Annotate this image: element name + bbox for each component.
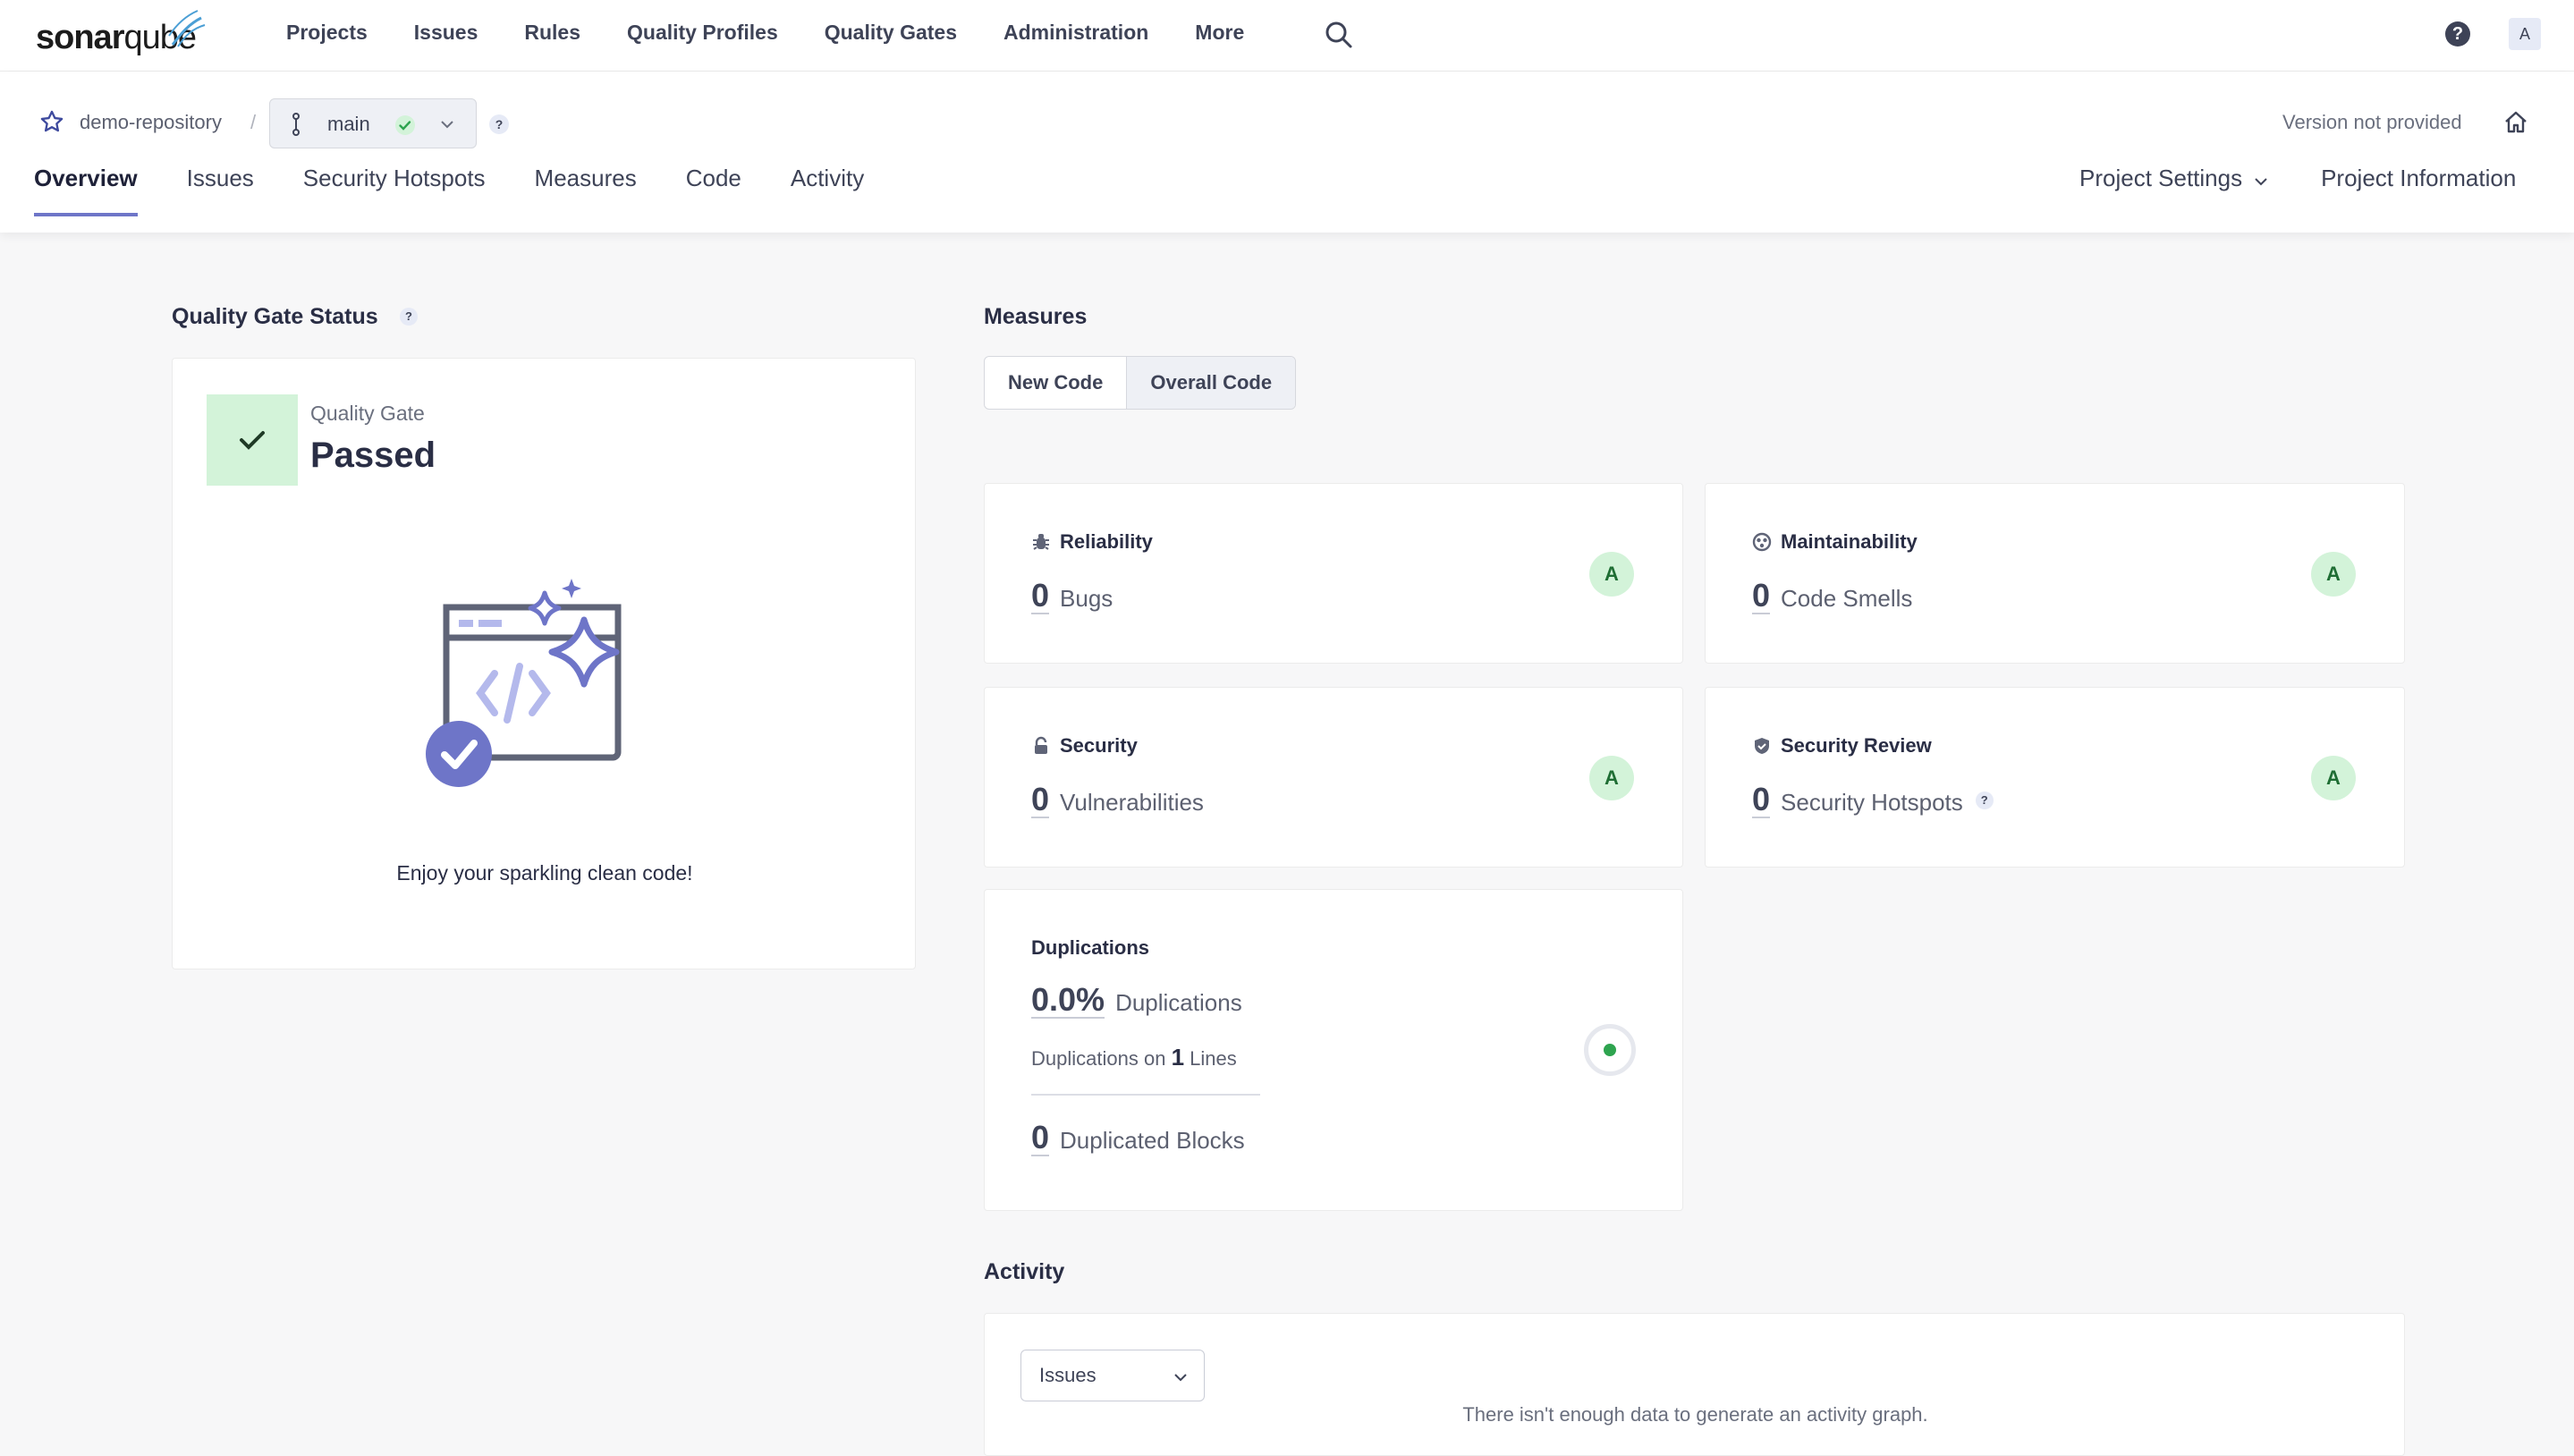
tab-project-settings[interactable]: Project Settings [2079,165,2269,192]
maintainability-card: Maintainability 0 Code Smells A [1705,483,2405,664]
measures-title: Measures [984,304,1088,329]
code-smells-label: Code Smells [1781,585,1913,612]
branch-help-icon[interactable]: ? [489,114,509,134]
project-settings-label: Project Settings [2079,165,2243,191]
bugs-label: Bugs [1060,585,1113,612]
divider [1031,1094,1260,1096]
overall-code-toggle-button[interactable]: Overall Code [1126,357,1296,409]
quality-gate-label: Quality Gate [310,402,425,425]
tab-overview[interactable]: Overview [34,165,138,216]
security-review-rating-badge[interactable]: A [2311,756,2356,800]
duplications-card: Duplications 0.0% Duplications Duplicati… [984,889,1683,1211]
nav-quality-profiles[interactable]: Quality Profiles [627,21,778,45]
tab-project-information[interactable]: Project Information [2321,165,2516,192]
project-header: demo-repository / main ? Version not pro… [0,72,2574,233]
project-secondary-tabs: Project Settings Project Information [2079,165,2516,192]
reliability-rating-badge[interactable]: A [1589,552,1634,597]
quality-gate-help-icon[interactable]: ? [400,308,418,326]
activity-card: Issues There isn't enough data to genera… [984,1313,2405,1456]
security-hotspots-label: Security Hotspots [1781,789,1963,816]
duplications-percent[interactable]: 0.0% [1031,983,1105,1019]
security-review-title: Security Review [1781,734,1932,757]
quality-gate-status-title: Quality Gate Status [172,304,378,329]
tab-security-hotspots[interactable]: Security Hotspots [303,165,486,215]
nav-rules[interactable]: Rules [524,21,580,45]
bug-icon [1033,534,1049,550]
breadcrumb-separator: / [250,111,257,133]
maintainability-rating-badge[interactable]: A [2311,552,2356,597]
security-card: Security 0 Vulnerabilities A [984,687,1683,868]
nav-administration[interactable]: Administration [1003,21,1148,45]
duplicated-blocks-count[interactable]: 0 [1031,1121,1050,1156]
version-text: Version not provided [2282,111,2462,133]
security-title: Security [1060,734,1138,757]
tab-activity[interactable]: Activity [791,165,864,215]
maintainability-icon [1752,532,1772,552]
security-hotspots-count[interactable]: 0 [1752,783,1771,818]
project-name-link[interactable]: demo-repository [80,111,222,134]
branch-status-check-icon [395,115,415,135]
global-navigation: sonarqube Projects Issues Rules Quality … [0,0,2574,72]
chevron-down-icon [441,121,453,129]
search-icon[interactable] [1324,20,1354,50]
vulnerabilities-count[interactable]: 0 [1031,783,1050,818]
duplicated-lines-prefix: Duplications on [1031,1047,1166,1070]
new-code-toggle-button[interactable]: New Code [985,357,1126,409]
nav-quality-gates[interactable]: Quality Gates [825,21,957,45]
reliability-card: Reliability 0 Bugs A [984,483,1683,664]
tab-measures[interactable]: Measures [535,165,637,215]
chevron-down-icon [2255,178,2267,186]
duplicated-lines-count[interactable]: 1 [1172,1044,1184,1071]
sonar-waves-icon [168,10,206,47]
activity-title: Activity [984,1259,1065,1284]
quality-gate-message: Enjoy your sparkling clean code! [396,861,693,885]
branch-name: main [327,113,370,135]
main-menu: Projects Issues Rules Quality Profiles Q… [286,0,1291,64]
code-smells-count[interactable]: 0 [1752,579,1771,614]
tab-code[interactable]: Code [686,165,741,215]
shield-icon [1755,738,1769,754]
avatar[interactable]: A [2509,18,2541,50]
check-icon [240,431,265,450]
home-icon[interactable] [2502,109,2529,136]
duplications-title: Duplications [1031,936,1150,959]
lock-icon [1035,736,1047,754]
security-review-card: Security Review 0 Security Hotspots ? A [1705,687,2405,868]
quality-gate-status: Passed [310,436,436,475]
quality-gate-card: Quality Gate Passed Enjoy your sparkling… [172,358,916,969]
favorite-star-icon[interactable] [39,109,64,134]
logo-main-text: sonar [36,19,124,56]
nav-issues[interactable]: Issues [414,21,478,45]
clean-code-illustration-icon [426,579,622,787]
bugs-count[interactable]: 0 [1031,579,1050,614]
duplication-indicator-icon[interactable] [1584,1024,1636,1076]
security-hotspots-help-icon[interactable]: ? [1975,791,1994,809]
tab-issues[interactable]: Issues [187,165,254,215]
code-period-toggle: New Code Overall Code [984,356,1297,410]
maintainability-title: Maintainability [1781,530,1918,553]
help-icon[interactable]: ? [2445,21,2470,47]
nav-projects[interactable]: Projects [286,21,368,45]
nav-more[interactable]: More [1195,21,1244,45]
branch-icon [292,113,300,136]
reliability-title: Reliability [1060,530,1153,553]
security-rating-badge[interactable]: A [1589,756,1634,800]
sonarqube-logo[interactable]: sonarqube [36,7,206,57]
activity-select-value: Issues [1039,1364,1096,1386]
branch-selector[interactable]: main [269,98,477,148]
vulnerabilities-label: Vulnerabilities [1060,789,1204,816]
quality-gate-passed-badge [207,394,298,486]
duplications-label: Duplications [1115,989,1242,1016]
chevron-down-icon [1174,1374,1187,1382]
activity-graph-select[interactable]: Issues [1020,1350,1205,1401]
duplicated-lines-suffix: Lines [1190,1047,1237,1070]
project-tabs: Overview Issues Security Hotspots Measur… [34,165,913,216]
duplicated-blocks-label: Duplicated Blocks [1060,1127,1245,1154]
activity-empty-text: There isn't enough data to generate an a… [1462,1403,1928,1426]
duplicated-lines-text: Duplications on 1 Lines [1031,1044,1237,1071]
